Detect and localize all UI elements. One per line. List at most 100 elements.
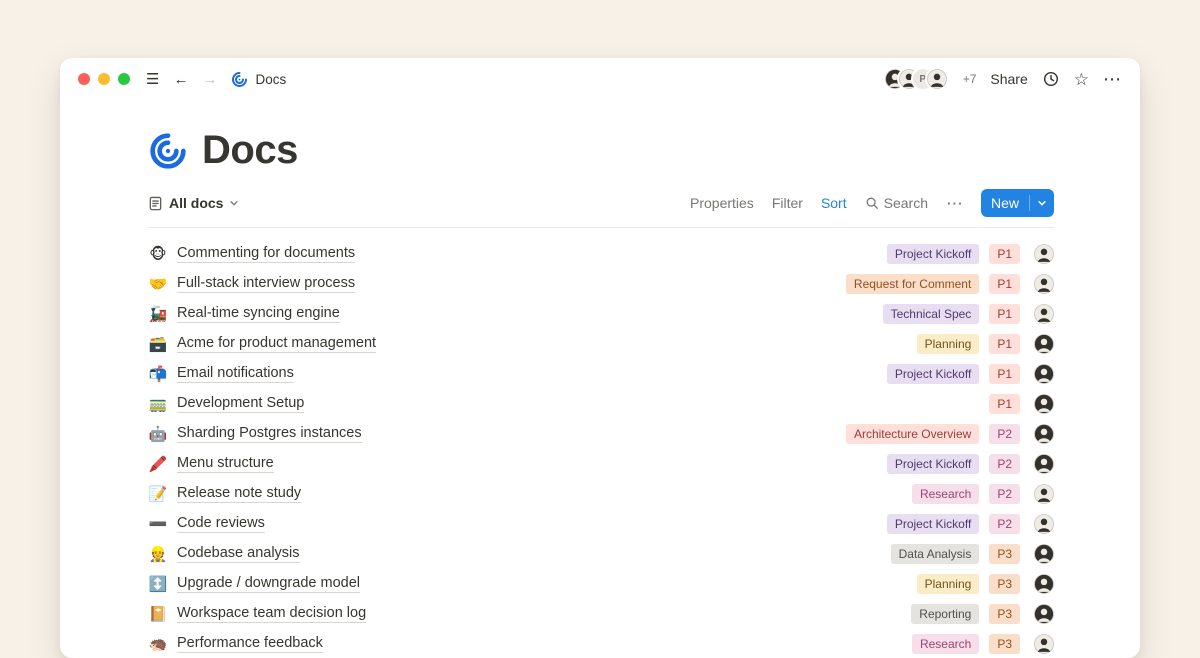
doc-row[interactable]: ↕️ Upgrade / downgrade model Planning P3 [148,569,1054,599]
doc-title-link[interactable]: Performance feedback [177,635,323,653]
doc-title-link[interactable]: Real-time syncing engine [177,305,340,323]
doc-title-link[interactable]: Email notifications [177,365,294,383]
doc-title-link[interactable]: Upgrade / downgrade model [177,575,360,593]
doc-title-link[interactable]: Release note study [177,485,301,503]
back-icon[interactable]: ← [173,72,188,87]
sidebar-toggle-icon[interactable]: ☰ [146,72,159,87]
doc-assignee-avatar[interactable] [1034,394,1054,414]
filter-button[interactable]: Filter [772,195,803,211]
doc-priority-badge[interactable]: P3 [989,634,1020,654]
doc-row[interactable]: 🖍️ Menu structure Project Kickoff P2 [148,449,1054,479]
doc-priority-badge[interactable]: P1 [989,304,1020,324]
doc-emoji-icon: 🖍️ [148,457,168,472]
new-button-label[interactable]: New [981,195,1029,211]
more-options-icon[interactable]: ⋯ [1103,70,1122,88]
doc-row[interactable]: 🚂 Real-time syncing engine Technical Spe… [148,299,1054,329]
doc-assignee-avatar[interactable] [1034,334,1054,354]
doc-priority-badge[interactable]: P1 [989,244,1020,264]
doc-title-link[interactable]: Full-stack interview process [177,275,355,293]
doc-row[interactable]: 🦔 Performance feedback Research P3 [148,629,1054,658]
doc-tag[interactable]: Reporting [911,604,979,624]
doc-priority-badge[interactable]: P3 [989,604,1020,624]
doc-title-link[interactable]: Menu structure [177,455,274,473]
doc-title-link[interactable]: Workspace team decision log [177,605,366,623]
doc-tag[interactable]: Planning [917,334,980,354]
close-window-button[interactable] [78,73,90,85]
doc-row[interactable]: 📔 Workspace team decision log Reporting … [148,599,1054,629]
properties-button[interactable]: Properties [690,195,754,211]
doc-priority-badge[interactable]: P2 [989,514,1020,534]
avatar-overflow-count[interactable]: +7 [963,72,977,86]
titlebar-avatar[interactable] [927,69,947,89]
doc-row[interactable]: ➖ Code reviews Project Kickoff P2 [148,509,1054,539]
doc-assignee-avatar[interactable] [1034,634,1054,654]
doc-priority-badge[interactable]: P2 [989,424,1020,444]
zoom-window-button[interactable] [118,73,130,85]
doc-tag[interactable]: Research [912,634,979,654]
doc-assignee-avatar[interactable] [1034,604,1054,624]
doc-emoji-icon: 🤝 [148,277,168,292]
doc-row[interactable]: 📬 Email notifications Project Kickoff P1 [148,359,1054,389]
doc-row[interactable]: 🚃 Development Setup P1 [148,389,1054,419]
document-view-icon [148,196,163,211]
doc-row[interactable]: 📝 Release note study Research P2 [148,479,1054,509]
doc-list: 🐵 Commenting for documents Project Kicko… [148,228,1054,658]
doc-assignee-avatar[interactable] [1034,274,1054,294]
search-label: Search [884,195,928,211]
doc-assignee-avatar[interactable] [1034,454,1054,474]
doc-tag[interactable]: Project Kickoff [887,454,979,474]
doc-tag[interactable]: Project Kickoff [887,364,979,384]
favorite-star-icon[interactable]: ☆ [1074,71,1089,88]
doc-title-link[interactable]: Code reviews [177,515,265,533]
chevron-down-icon [229,198,239,208]
new-button[interactable]: New [981,189,1054,217]
doc-priority-badge[interactable]: P1 [989,334,1020,354]
doc-priority-badge[interactable]: P2 [989,454,1020,474]
minimize-window-button[interactable] [98,73,110,85]
titlebar-page-title: Docs [255,72,286,87]
doc-priority-badge[interactable]: P1 [989,364,1020,384]
doc-emoji-icon: 📔 [148,607,168,622]
forward-icon[interactable]: → [202,72,217,87]
doc-tag[interactable]: Technical Spec [883,304,980,324]
doc-priority-badge[interactable]: P1 [989,274,1020,294]
doc-tag[interactable]: Planning [917,574,980,594]
doc-tag[interactable]: Request for Comment [846,274,979,294]
search-button[interactable]: Search [865,195,928,211]
doc-assignee-avatar[interactable] [1034,244,1054,264]
doc-priority-badge[interactable]: P3 [989,574,1020,594]
doc-assignee-avatar[interactable] [1034,514,1054,534]
doc-title-link[interactable]: Commenting for documents [177,245,355,263]
doc-priority-badge[interactable]: P3 [989,544,1020,564]
doc-title-link[interactable]: Acme for product management [177,335,376,353]
doc-tag[interactable]: Research [912,484,979,504]
doc-assignee-avatar[interactable] [1034,574,1054,594]
doc-row[interactable]: 🤝 Full-stack interview process Request f… [148,269,1054,299]
doc-row[interactable]: 🗃️ Acme for product management Planning … [148,329,1054,359]
doc-tag[interactable]: Data Analysis [891,544,980,564]
doc-tag[interactable]: Project Kickoff [887,244,979,264]
doc-title-link[interactable]: Codebase analysis [177,545,300,563]
new-button-chevron-icon[interactable] [1030,198,1054,208]
doc-row[interactable]: 👷 Codebase analysis Data Analysis P3 [148,539,1054,569]
doc-tag[interactable]: Project Kickoff [887,514,979,534]
view-switcher[interactable]: All docs [148,195,239,211]
sort-button[interactable]: Sort [821,195,847,211]
doc-assignee-avatar[interactable] [1034,544,1054,564]
doc-row[interactable]: 🤖 Sharding Postgres instances Architectu… [148,419,1054,449]
doc-title-link[interactable]: Sharding Postgres instances [177,425,362,443]
doc-assignee-avatar[interactable] [1034,484,1054,504]
doc-priority-badge[interactable]: P1 [989,394,1020,414]
doc-assignee-avatar[interactable] [1034,304,1054,324]
share-button[interactable]: Share [990,71,1027,87]
doc-assignee-avatar[interactable] [1034,424,1054,444]
toolbar-more-icon[interactable]: ⋯ [946,195,963,212]
history-clock-icon[interactable] [1042,70,1060,88]
doc-row[interactable]: 🐵 Commenting for documents Project Kicko… [148,239,1054,269]
doc-priority-badge[interactable]: P2 [989,484,1020,504]
doc-assignee-avatar[interactable] [1034,364,1054,384]
app-window: ☰ ← → Docs P +7 Share ☆ ⋯ [60,58,1140,658]
doc-title-link[interactable]: Development Setup [177,395,304,413]
doc-tag[interactable]: Architecture Overview [846,424,979,444]
doc-emoji-icon: 🦔 [148,637,168,652]
